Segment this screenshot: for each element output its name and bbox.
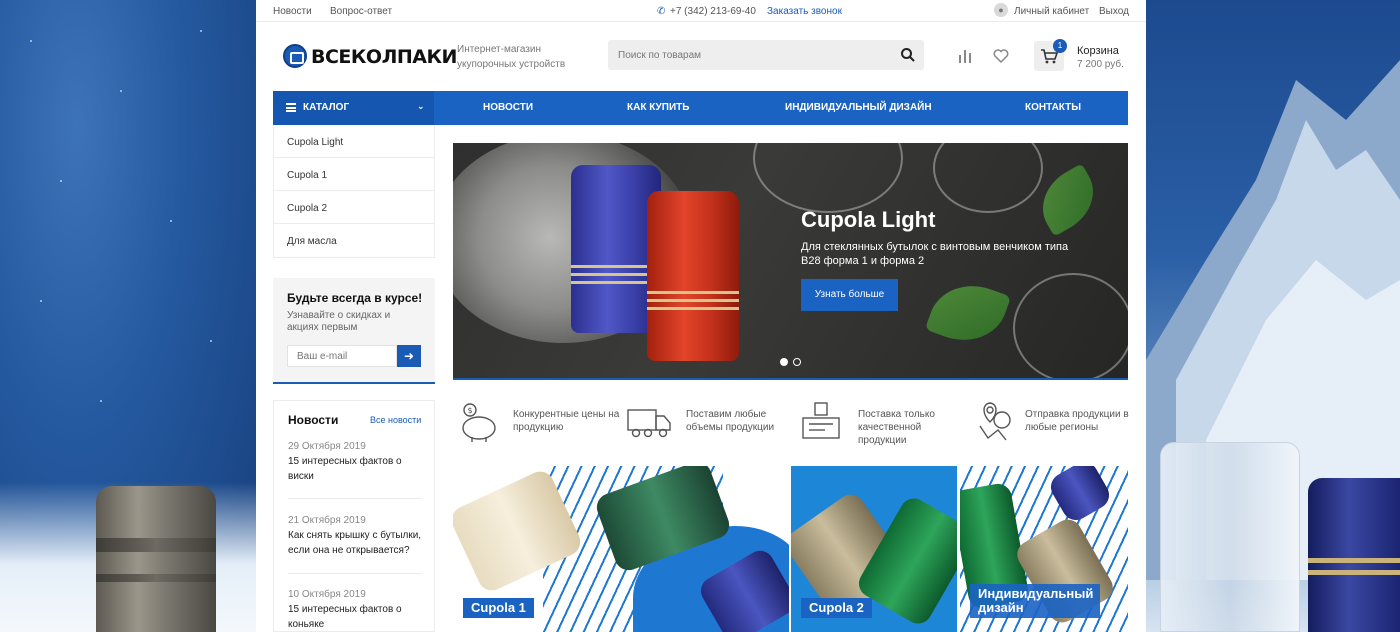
map-pin-icon: [979, 402, 1011, 441]
subscribe-text: Узнавайте о скидках и акциях первым: [287, 310, 391, 333]
product-card-cupola-2[interactable]: Cupola 2: [791, 466, 957, 632]
news-item[interactable]: 21 Октября 2019 Как снять крышку с бутыл…: [288, 515, 422, 558]
tagline: Интернет-магазин укупорочных устройств: [457, 44, 566, 70]
star: [30, 40, 32, 42]
nav-item-news[interactable]: НОВОСТИ: [483, 102, 533, 113]
top-bar: Новости Вопрос-ответ ✆ +7 (342) 213-69-4…: [256, 0, 1146, 22]
cart-total: 7 200 руб.: [1077, 59, 1124, 70]
card-label: Cupola 1: [463, 598, 534, 618]
clear-cap-image: [1160, 442, 1300, 632]
bottle-cap-image: [96, 486, 216, 632]
nav-item-contacts[interactable]: КОНТАКТЫ: [1025, 102, 1081, 113]
subscribe-submit-button[interactable]: ➜: [397, 345, 421, 367]
subscribe-title: Будьте всегда в курсе!: [287, 291, 423, 305]
compare-icon[interactable]: [956, 47, 974, 65]
heart-icon[interactable]: [992, 47, 1010, 65]
search-box: [608, 40, 924, 70]
news-headline[interactable]: Как снять крышку с бутылки, если она не …: [288, 528, 422, 558]
catalog-item-cupola-1[interactable]: Cupola 1: [274, 158, 434, 191]
quality-scale-icon: [802, 402, 840, 439]
news-title: Новости: [288, 413, 339, 427]
callback-link[interactable]: Заказать звонок: [767, 6, 842, 17]
glass-image: [1013, 273, 1128, 378]
features-row: $ Конкурентные цены на продукцию Постави…: [453, 390, 1129, 460]
feature-text: Поставка только качественной продукции: [858, 409, 935, 446]
product-cards: Cupola 1 Cupola 2 Индивидуальный дизайн: [453, 466, 1128, 632]
truck-icon: [627, 409, 671, 438]
star: [120, 90, 122, 92]
cart-label[interactable]: Корзина: [1077, 45, 1119, 57]
news-item[interactable]: 29 Октября 2019 15 интересных фактов о в…: [288, 441, 422, 484]
card-label: Индивидуальный дизайн: [970, 584, 1100, 618]
product-card-custom-design[interactable]: Индивидуальный дизайн: [960, 466, 1128, 632]
red-cap-image: [647, 191, 739, 361]
blue-cap-image: [1308, 478, 1400, 632]
product-card-cupola-1[interactable]: Cupola 1: [453, 466, 789, 632]
topbar-link-faq[interactable]: Вопрос-ответ: [330, 6, 392, 17]
catalog-item-oil[interactable]: Для масла: [274, 224, 434, 257]
feature-text: Поставим любые объемы продукции: [686, 409, 775, 433]
star: [100, 400, 102, 402]
nav-item-how-to-buy[interactable]: КАК КУПИТЬ: [627, 102, 689, 113]
phone-number[interactable]: +7 (342) 213-69-40: [670, 6, 756, 17]
news-headline[interactable]: 15 интересных фактов о коньяке: [288, 602, 422, 632]
topbar-link-news[interactable]: Новости: [273, 6, 312, 17]
divider: [288, 498, 422, 499]
glass-image: [753, 143, 903, 213]
cart-count-badge: 1: [1053, 39, 1067, 53]
nav-item-custom-design[interactable]: ИНДИВИДУАЛЬНЫЙ ДИЗАЙН: [785, 102, 932, 113]
news-headline[interactable]: 15 интересных фактов о виски: [288, 454, 422, 484]
catalog-label: КАТАЛОГ: [303, 102, 350, 113]
star: [200, 30, 202, 32]
news-panel: Новости Все новости 29 Октября 2019 15 и…: [273, 400, 435, 632]
catalog-button[interactable]: КАТАЛОГ ⌄: [273, 91, 434, 125]
user-icon: ●: [994, 3, 1008, 17]
logout-link[interactable]: Выход: [1099, 6, 1129, 17]
glass-image: [933, 143, 1043, 213]
phone-icon: ✆: [657, 6, 666, 17]
chevron-down-icon: ⌄: [417, 101, 425, 111]
divider: [288, 573, 422, 574]
banner-title: Cupola Light: [801, 207, 936, 232]
logo-icon[interactable]: [283, 44, 307, 68]
page-content: Новости Вопрос-ответ ✆ +7 (342) 213-69-4…: [256, 0, 1146, 632]
news-date: 29 Октября 2019: [288, 441, 366, 452]
learn-more-button[interactable]: Узнать больше: [801, 279, 898, 311]
search-input[interactable]: [608, 40, 888, 70]
star: [40, 300, 42, 302]
menu-icon: [286, 103, 296, 112]
all-news-link[interactable]: Все новости: [370, 415, 421, 425]
arrow-right-icon: ➜: [403, 349, 415, 363]
banner-subtitle: Для стеклянных бутылок с винтовым венчик…: [801, 241, 1069, 267]
card-label: Cupola 2: [801, 598, 872, 618]
catalog-menu: Cupola Light Cupola 1 Cupola 2 Для масла: [273, 125, 435, 258]
news-item[interactable]: 10 Октября 2019 15 интересных фактов о к…: [288, 589, 422, 632]
piggy-bank-icon: $: [462, 403, 496, 442]
svg-text:$: $: [468, 406, 473, 415]
catalog-item-cupola-light[interactable]: Cupola Light: [274, 125, 434, 158]
slider-dot-active[interactable]: [780, 358, 788, 366]
account-link[interactable]: Личный кабинет: [1014, 6, 1089, 17]
feature-text: Отправка продукции в любые регионы: [1025, 409, 1129, 433]
news-date: 21 Октября 2019: [288, 515, 366, 526]
logo[interactable]: ВСЕКОЛПАКИ: [311, 46, 457, 68]
slider-dot[interactable]: [793, 358, 801, 366]
catalog-item-cupola-2[interactable]: Cupola 2: [274, 191, 434, 224]
email-field[interactable]: [287, 345, 397, 367]
hero-slider: Cupola Light Для стеклянных бутылок с ви…: [453, 143, 1128, 380]
mint-leaf-image: [924, 272, 1012, 354]
main-nav: КАТАЛОГ ⌄ НОВОСТИ КАК КУПИТЬ ИНДИВИДУАЛЬ…: [273, 91, 1128, 125]
feature-text: Конкурентные цены на продукцию: [513, 409, 620, 433]
news-date: 10 Октября 2019: [288, 589, 366, 600]
search-icon[interactable]: [900, 47, 916, 63]
subscribe-panel: Будьте всегда в курсе! Узнавайте о скидк…: [273, 278, 435, 384]
star: [170, 220, 172, 222]
header: ВСЕКОЛПАКИ Интернет-магазин укупорочных …: [256, 22, 1146, 91]
star: [60, 180, 62, 182]
star: [210, 340, 212, 342]
